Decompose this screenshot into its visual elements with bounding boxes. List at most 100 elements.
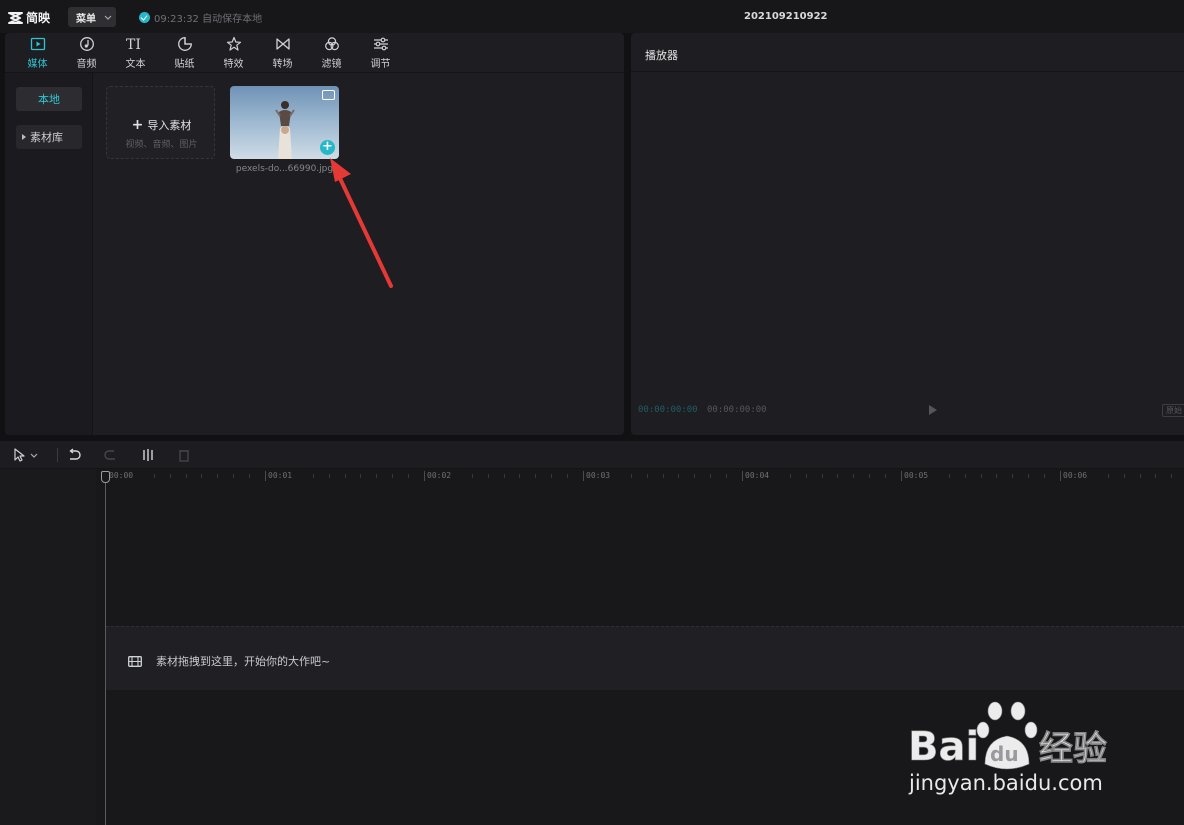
ruler-minor-tick [249,474,251,478]
tab-adjust[interactable]: 调节 [356,33,405,73]
ruler-minor-tick [630,474,632,478]
ruler-minor-tick [408,474,410,478]
ruler-minor-tick [471,474,473,478]
ruler-minor-tick [694,474,696,478]
main-track-dropzone[interactable]: 素材拖拽到这里，开始你的大作吧~ [106,626,1184,690]
adjust-icon [373,37,388,51]
annotation-arrow-icon [330,158,393,288]
add-to-track-button[interactable]: + [320,140,335,155]
ruler-minor-tick [948,474,950,478]
sidebar-item-library[interactable]: 素材库 [16,125,82,149]
ruler-major-tick [901,471,902,481]
total-time: 00:00:00:00 [707,405,767,415]
chevron-down-icon [30,453,38,458]
tab-label: 转场 [272,59,293,70]
play-icon[interactable] [929,405,937,415]
split-button[interactable] [141,447,155,463]
ruler-minor-tick [789,474,791,478]
ruler-time-label: 00:03 [586,471,611,480]
watermark-bai-text: Bai [908,724,979,770]
media-panel: 媒体 音频 TI 文本 贴纸 特效 转场 滤镜 调节 本地 素材库 + 导入素材… [5,33,624,435]
dropzone-hint: 素材拖拽到这里，开始你的大作吧~ [128,653,330,669]
text-icon: TI [126,37,141,52]
watermark-cn-text: 经验 [1039,729,1107,769]
import-label: 导入素材 [147,119,192,132]
import-label-row: + 导入素材 [107,117,216,133]
tab-audio[interactable]: 音频 [62,33,111,73]
check-icon [139,12,150,23]
chevron-down-icon [104,15,112,20]
ruler-minor-tick [328,474,330,478]
film-icon [128,655,142,667]
autosave-text: 09:23:32 自动保存本地 [154,14,263,25]
ruler-major-tick [742,471,743,481]
asset-filename: pexels-do...66990.jpg [235,164,334,174]
tab-text[interactable]: TI 文本 [111,33,160,73]
ruler-time-label: 00:00 [109,471,134,480]
ruler-minor-tick [662,474,664,478]
delete-icon [179,450,189,462]
audio-icon [79,37,94,51]
tab-filter[interactable]: 滤镜 [307,33,356,73]
redo-button[interactable] [104,447,118,463]
ruler-minor-tick [519,474,521,478]
project-title: 202109210922 [744,11,828,22]
ruler-minor-tick [726,474,728,478]
ruler-minor-tick [1107,474,1109,478]
tab-media[interactable]: 媒体 [13,33,62,73]
asset-thumbnail: + [230,86,339,159]
ruler-minor-tick [1012,474,1014,478]
ruler-minor-tick [360,474,362,478]
ruler-minor-tick [1155,474,1157,478]
media-sidebar: 本地 素材库 [5,73,93,435]
select-tool-button[interactable] [12,447,38,463]
ruler-minor-tick [185,474,187,478]
app-name: 简映 [26,11,51,25]
menu-label: 菜单 [76,13,96,25]
title-bar: 简映 菜单 09:23:32 自动保存本地 202109210922 [0,0,1184,33]
svg-text:TI: TI [126,37,141,52]
ruler-minor-tick [153,474,155,478]
ruler-minor-tick [312,474,314,478]
ruler-minor-tick [869,474,871,478]
dropzone-text: 素材拖拽到这里，开始你的大作吧~ [156,655,331,668]
tab-transition[interactable]: 转场 [258,33,307,73]
tab-effects[interactable]: 特效 [209,33,258,73]
filter-icon [324,37,339,51]
menu-button[interactable]: 菜单 [68,7,116,27]
ruler-minor-tick [1044,474,1046,478]
ruler-minor-tick [201,474,203,478]
playhead-line [105,471,106,825]
ruler-minor-tick [567,474,569,478]
ruler-time-label: 00:01 [268,471,293,480]
playhead-handle[interactable] [101,471,110,483]
ruler-minor-tick [1028,474,1030,478]
time-ruler[interactable]: 00:00 00:01 00:02 00:03 00:04 00:05 00:06 [96,469,1184,483]
tab-label: 调节 [370,59,391,70]
import-media-button[interactable]: + 导入素材 视频、音频、图片 [106,86,215,159]
split-icon [143,449,153,461]
aspect-ratio-button[interactable]: 原始 [1162,404,1184,417]
ruler-minor-tick [964,474,966,478]
tab-sticker[interactable]: 贴纸 [160,33,209,73]
divider [631,71,1184,72]
current-time: 00:00:00:00 [638,405,698,415]
ruler-minor-tick [710,474,712,478]
ruler-time-label: 00:02 [427,471,452,480]
tab-label: 音频 [76,59,97,70]
delete-button[interactable] [177,447,191,463]
ruler-minor-tick [233,474,235,478]
tab-label: 贴纸 [174,59,195,70]
undo-button[interactable] [67,447,81,463]
ruler-minor-tick [487,474,489,478]
sidebar-item-local[interactable]: 本地 [16,87,82,111]
ruler-minor-tick [885,474,887,478]
media-asset-card[interactable]: + [230,86,339,159]
track-header-column [0,469,96,825]
caret-right-icon [22,134,26,140]
tab-label: 文本 [125,59,146,70]
ruler-minor-tick [805,474,807,478]
app-logo: 简映 [8,9,50,26]
ruler-minor-tick [551,474,553,478]
tab-label: 滤镜 [321,59,342,70]
